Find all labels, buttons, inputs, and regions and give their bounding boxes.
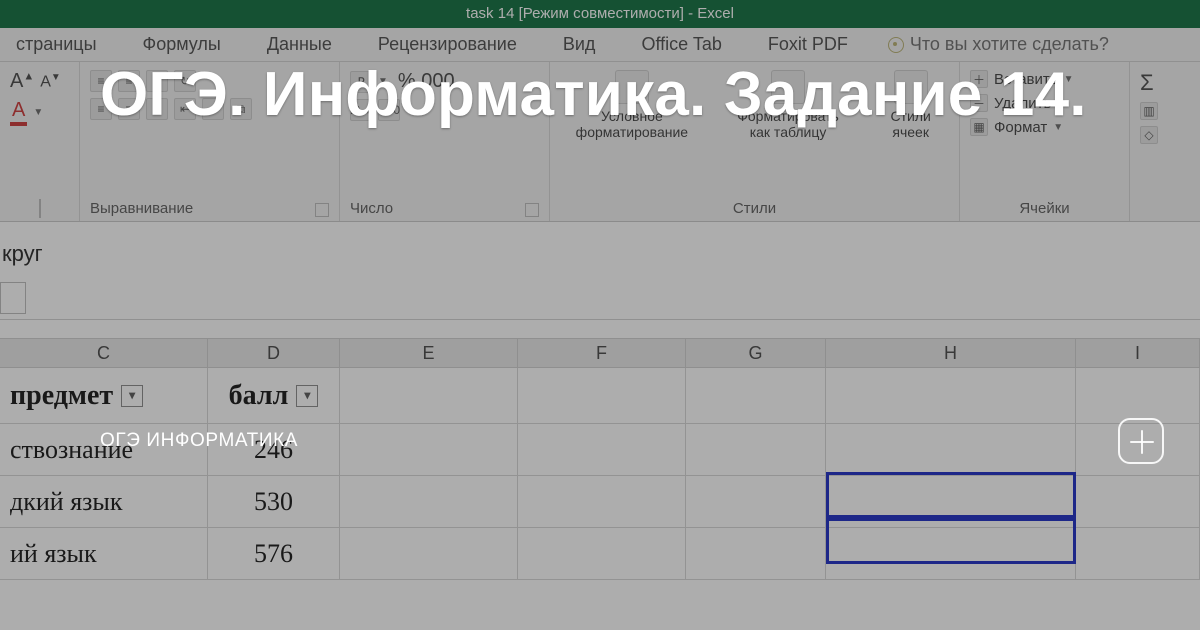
col-header-e[interactable]: E bbox=[340, 339, 518, 367]
cell-empty[interactable] bbox=[340, 528, 518, 580]
cell-empty[interactable] bbox=[518, 368, 686, 424]
col-header-g[interactable]: G bbox=[686, 339, 826, 367]
cell-subject[interactable]: дкий язык bbox=[0, 476, 208, 528]
col-header-c[interactable]: C bbox=[0, 339, 208, 367]
dialog-launcher-icon[interactable] bbox=[39, 199, 41, 218]
ribbon-group-font: A▲ A▼ A ▼ bbox=[0, 62, 80, 221]
font-color-icon[interactable]: A bbox=[10, 99, 27, 126]
tab-view[interactable]: Вид bbox=[557, 30, 602, 59]
dialog-launcher-icon[interactable] bbox=[315, 203, 329, 217]
col-header-i[interactable]: I bbox=[1076, 339, 1200, 367]
cell-empty[interactable] bbox=[826, 424, 1076, 476]
cell-subject[interactable]: ий язык bbox=[0, 528, 208, 580]
alignment-group-label: Выравнивание bbox=[90, 200, 193, 217]
selection-outline bbox=[826, 472, 1076, 518]
tab-formulas[interactable]: Формулы bbox=[137, 30, 227, 59]
col-header-f[interactable]: F bbox=[518, 339, 686, 367]
filter-toggle-icon[interactable]: ▾ bbox=[121, 385, 143, 407]
cell-empty[interactable] bbox=[340, 476, 518, 528]
cell-empty[interactable] bbox=[1076, 528, 1200, 580]
header-score-label: балл bbox=[229, 380, 289, 412]
formula-bar-area bbox=[0, 222, 1200, 320]
ribbon-tabs: страницы Формулы Данные Рецензирование В… bbox=[0, 28, 1200, 62]
tab-page-layout[interactable]: страницы bbox=[10, 30, 103, 59]
cell-empty[interactable] bbox=[686, 476, 826, 528]
table-header-row: предмет ▾ балл ▾ bbox=[0, 368, 1200, 424]
styles-group-label: Стили bbox=[733, 200, 776, 217]
col-header-d[interactable]: D bbox=[208, 339, 340, 367]
cell-empty[interactable] bbox=[1076, 476, 1200, 528]
col-header-h[interactable]: H bbox=[826, 339, 1076, 367]
cell-empty[interactable] bbox=[686, 424, 826, 476]
tab-foxit-pdf[interactable]: Foxit PDF bbox=[762, 30, 854, 59]
cell-empty[interactable] bbox=[340, 368, 518, 424]
cell-empty[interactable] bbox=[340, 424, 518, 476]
cell-empty[interactable] bbox=[1076, 368, 1200, 424]
header-cell-score[interactable]: балл ▾ bbox=[208, 368, 340, 424]
tab-data[interactable]: Данные bbox=[261, 30, 338, 59]
formula-bar-input[interactable] bbox=[0, 236, 1200, 272]
dialog-launcher-icon[interactable] bbox=[525, 203, 539, 217]
tab-office-tab[interactable]: Office Tab bbox=[635, 30, 727, 59]
column-headers: C D E F G H I bbox=[0, 338, 1200, 368]
header-subject-label: предмет bbox=[10, 380, 113, 412]
cell-empty[interactable] bbox=[518, 476, 686, 528]
window-title-bar: task 14 [Режим совместимости] - Excel bbox=[0, 0, 1200, 28]
tab-review[interactable]: Рецензирование bbox=[372, 30, 523, 59]
window-title: task 14 [Режим совместимости] - Excel bbox=[466, 5, 734, 22]
grow-font-icon[interactable]: A▲ bbox=[10, 70, 34, 93]
shrink-font-icon[interactable]: A▼ bbox=[40, 72, 61, 91]
spreadsheet-grid[interactable]: предмет ▾ балл ▾ ствознание 246 дкий язы… bbox=[0, 368, 1200, 630]
tell-me-search[interactable]: Что вы хотите сделать? bbox=[888, 34, 1109, 55]
cell-empty[interactable] bbox=[518, 424, 686, 476]
tell-me-label: Что вы хотите сделать? bbox=[910, 34, 1109, 55]
cell-score[interactable]: 530 bbox=[208, 476, 340, 528]
cell-empty[interactable] bbox=[686, 528, 826, 580]
number-group-label: Число bbox=[350, 200, 393, 217]
overlay-title: ОГЭ. Информатика. Задание 14. bbox=[100, 58, 1160, 131]
header-cell-subject[interactable]: предмет ▾ bbox=[0, 368, 208, 424]
name-box[interactable] bbox=[0, 282, 26, 314]
cells-group-label: Ячейки bbox=[1019, 200, 1069, 217]
cell-score[interactable]: 576 bbox=[208, 528, 340, 580]
cell-empty[interactable] bbox=[826, 368, 1076, 424]
cell-empty[interactable] bbox=[686, 368, 826, 424]
filter-toggle-icon[interactable]: ▾ bbox=[296, 385, 318, 407]
cell-empty[interactable] bbox=[518, 528, 686, 580]
zen-sparkle-icon[interactable] bbox=[1118, 418, 1164, 464]
selection-outline bbox=[826, 518, 1076, 564]
lightbulb-icon bbox=[888, 37, 904, 53]
dropdown-icon[interactable]: ▼ bbox=[33, 107, 43, 118]
overlay-subtitle: ОГЭ ИНФОРМАТИКА bbox=[100, 430, 298, 452]
